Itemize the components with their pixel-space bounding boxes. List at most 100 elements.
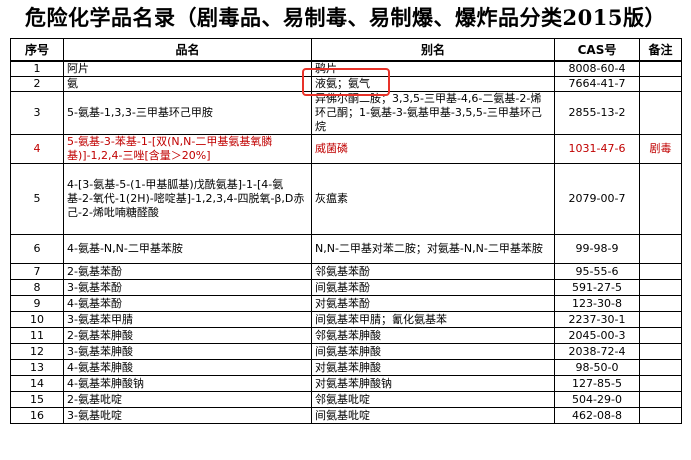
cell-cas: 127-85-5	[554, 375, 640, 392]
cell-alias: N,N-二甲基对苯二胺；对氨基-N,N-二甲基苯胺	[311, 234, 555, 264]
cell-seq: 11	[10, 327, 64, 344]
cell-seq: 9	[10, 295, 64, 312]
cell-note	[639, 295, 682, 312]
header-alias: 别名	[311, 38, 555, 62]
cell-alias: 间氨基苯胂酸	[311, 343, 555, 360]
header-seq: 序号	[10, 38, 64, 62]
cell-note	[639, 359, 682, 376]
cell-cas: 8008-60-4	[554, 60, 640, 77]
cell-name: 5-氨基-1,3,3-三甲基环己甲胺	[63, 91, 312, 135]
cell-alias: 间氨基苯甲腈；氰化氨基苯	[311, 311, 555, 328]
table-row: 4 5-氨基-3-苯基-1-[双(N,N-二甲基氨基氧膦基)]-1,2,4-三唑[…	[10, 134, 682, 164]
cell-cas: 7664-41-7	[554, 76, 640, 92]
cell-seq: 1	[10, 60, 64, 77]
alias-highlight-box	[302, 68, 390, 96]
header-cas: CAS号	[554, 38, 640, 62]
table-row: 13 4-氨基苯胂酸 对氨基苯胂酸 98-50-0	[10, 359, 682, 376]
cell-note	[639, 327, 682, 344]
cell-note	[639, 391, 682, 408]
cell-note	[639, 163, 682, 235]
cell-cas: 591-27-5	[554, 279, 640, 296]
cell-cas: 2045-00-3	[554, 327, 640, 344]
cell-name: 2-氨基苯胂酸	[63, 327, 312, 344]
cell-name: 4-[3-氨基-5-(1-甲基胍基)戊酰氨基]-1-[4-氨基-2-氧代-1(2…	[63, 163, 312, 235]
cell-name: 4-氨基苯酚	[63, 295, 312, 312]
cell-seq: 7	[10, 263, 64, 280]
table-row: 6 4-氨基-N,N-二甲基苯胺 N,N-二甲基对苯二胺；对氨基-N,N-二甲基苯胺…	[10, 234, 682, 264]
cell-name: 3-氨基苯酚	[63, 279, 312, 296]
cell-note	[639, 343, 682, 360]
cell-note	[639, 263, 682, 280]
cell-note: 剧毒	[639, 134, 682, 164]
cell-alias: 间氨基吡啶	[311, 407, 555, 424]
cell-seq: 16	[10, 407, 64, 424]
cell-seq: 8	[10, 279, 64, 296]
cell-name: 4-氨基-N,N-二甲基苯胺	[63, 234, 312, 264]
cell-alias: 异佛尔酮二胺；3,3,5-三甲基-4,6-二氨基-2-烯环己酮；1-氨基-3-氨…	[311, 91, 555, 135]
cell-note	[639, 91, 682, 135]
table-row: 12 3-氨基苯胂酸 间氨基苯胂酸 2038-72-4	[10, 343, 682, 360]
cell-name: 4-氨基苯胂酸	[63, 359, 312, 376]
cell-seq: 6	[10, 234, 64, 264]
cell-seq: 2	[10, 76, 64, 92]
cell-alias: 邻氨基吡啶	[311, 391, 555, 408]
table-row: 11 2-氨基苯胂酸 邻氨基苯胂酸 2045-00-3	[10, 327, 682, 344]
table-row: 16 3-氨基吡啶 间氨基吡啶 462-08-8	[10, 407, 682, 424]
table-row: 10 3-氨基苯甲腈 间氨基苯甲腈；氰化氨基苯 2237-30-1	[10, 311, 682, 328]
header-name: 品名	[63, 38, 312, 62]
cell-cas: 95-55-6	[554, 263, 640, 280]
cell-note	[639, 311, 682, 328]
table-row: 14 4-氨基苯胂酸钠 对氨基苯胂酸钠 127-85-5	[10, 375, 682, 392]
cell-seq: 13	[10, 359, 64, 376]
cell-name: 阿片	[63, 60, 312, 77]
cell-alias: 灰瘟素	[311, 163, 555, 235]
cell-seq: 12	[10, 343, 64, 360]
cell-name: 4-氨基苯胂酸钠	[63, 375, 312, 392]
cell-alias: 邻氨基苯胂酸	[311, 327, 555, 344]
cell-cas: 2079-00-7	[554, 163, 640, 235]
header-note: 备注	[639, 38, 682, 62]
cell-cas: 1031-47-6	[554, 134, 640, 164]
cell-note	[639, 407, 682, 424]
cell-name: 2-氨基吡啶	[63, 391, 312, 408]
page-title: 危险化学品名录（剧毒品、易制毒、易制爆、爆炸品分类2015版）	[25, 5, 666, 30]
cell-note	[639, 279, 682, 296]
cell-alias: 间氨基苯酚	[311, 279, 555, 296]
cell-note	[639, 76, 682, 92]
cell-cas: 99-98-9	[554, 234, 640, 264]
table-row: 3 5-氨基-1,3,3-三甲基环己甲胺 异佛尔酮二胺；3,3,5-三甲基-4,6-…	[10, 91, 682, 135]
cell-seq: 3	[10, 91, 64, 135]
table-row: 9 4-氨基苯酚 对氨基苯酚 123-30-8	[10, 295, 682, 312]
cell-note	[639, 375, 682, 392]
cell-note	[639, 60, 682, 77]
cell-cas: 2237-30-1	[554, 311, 640, 328]
table-header-row: 序号 品名 别名 CAS号 备注	[10, 38, 682, 62]
cell-cas: 123-30-8	[554, 295, 640, 312]
cell-name: 3-氨基苯胂酸	[63, 343, 312, 360]
cell-alias: 对氨基苯胂酸钠	[311, 375, 555, 392]
cell-seq: 5	[10, 163, 64, 235]
table-row: 15 2-氨基吡啶 邻氨基吡啶 504-29-0	[10, 391, 682, 408]
cell-name: 3-氨基苯甲腈	[63, 311, 312, 328]
cell-name: 3-氨基吡啶	[63, 407, 312, 424]
cell-seq: 10	[10, 311, 64, 328]
table-row: 7 2-氨基苯酚 邻氨基苯酚 95-55-6	[10, 263, 682, 280]
cell-seq: 4	[10, 134, 64, 164]
cell-name: 5-氨基-3-苯基-1-[双(N,N-二甲基氨基氧膦基)]-1,2,4-三唑[含…	[63, 134, 312, 164]
cell-cas: 2038-72-4	[554, 343, 640, 360]
cell-seq: 14	[10, 375, 64, 392]
cell-cas: 98-50-0	[554, 359, 640, 376]
cell-name: 2-氨基苯酚	[63, 263, 312, 280]
cell-seq: 15	[10, 391, 64, 408]
table-row: 8 3-氨基苯酚 间氨基苯酚 591-27-5	[10, 279, 682, 296]
cell-cas: 462-08-8	[554, 407, 640, 424]
cell-cas: 2855-13-2	[554, 91, 640, 135]
cell-alias: 威菌磷	[311, 134, 555, 164]
cell-alias: 邻氨基苯酚	[311, 263, 555, 280]
cell-alias: 对氨基苯胂酸	[311, 359, 555, 376]
cell-alias: 对氨基苯酚	[311, 295, 555, 312]
cell-note	[639, 234, 682, 264]
table-row: 5 4-[3-氨基-5-(1-甲基胍基)戊酰氨基]-1-[4-氨基-2-氧代-1(…	[10, 163, 682, 235]
cell-cas: 504-29-0	[554, 391, 640, 408]
cell-name: 氨	[63, 76, 312, 92]
